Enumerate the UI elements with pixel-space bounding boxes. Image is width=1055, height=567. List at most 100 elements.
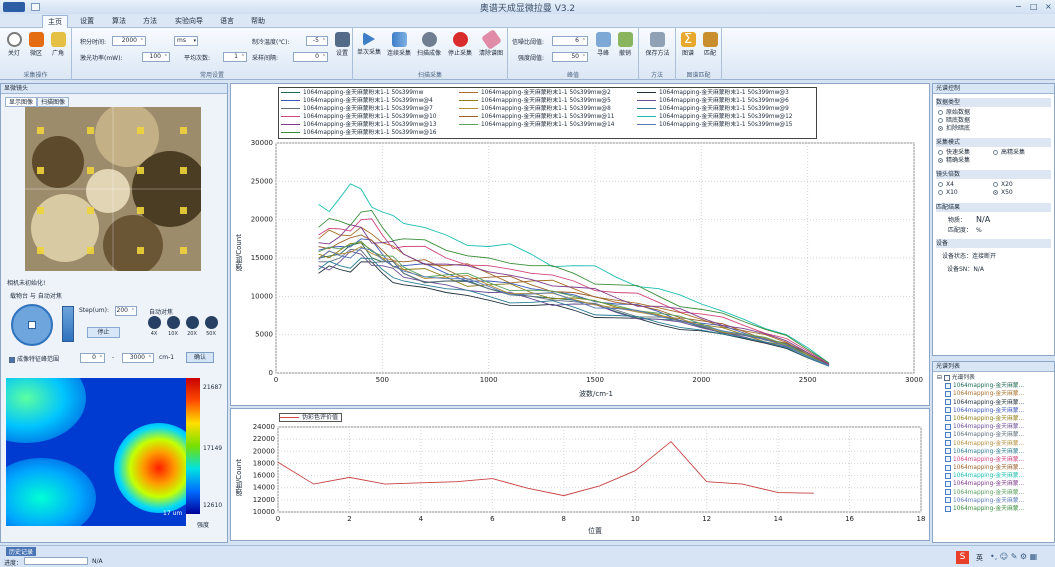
spectrum-list-item[interactable]: 1064mapping-金天麻蒙...: [937, 423, 1050, 431]
average-count-input[interactable]: 1 ⌃: [223, 52, 247, 62]
spectrum-list-item[interactable]: 1064mapping-金天麻蒙...: [937, 399, 1050, 407]
menu-language[interactable]: 语言: [215, 15, 239, 28]
menu-help[interactable]: 帮助: [246, 15, 270, 28]
light-button[interactable]: 关灯: [3, 32, 25, 60]
spectrum-list-item[interactable]: 1064mapping-金天麻蒙...: [937, 390, 1050, 398]
scan-imaging-button[interactable]: 扫描成像: [415, 32, 443, 60]
integration-time-input[interactable]: 2000 ⌃: [112, 36, 146, 46]
spectrum-list-item[interactable]: 1064mapping-金天麻蒙...: [937, 415, 1050, 423]
find-peak-button[interactable]: 寻峰: [592, 32, 614, 60]
spectrum-list-item[interactable]: 1064mapping-金天麻蒙...: [937, 456, 1050, 464]
objective-50x-button[interactable]: 50X: [203, 316, 219, 337]
wide-angle-button[interactable]: 广角: [47, 32, 69, 60]
menu-home[interactable]: 主页: [42, 15, 68, 28]
match-button[interactable]: 匹配: [699, 32, 721, 60]
single-collect-button[interactable]: 单次采集: [355, 32, 383, 60]
objective-4x-button[interactable]: 4X: [146, 316, 162, 337]
radio-precise-collect[interactable]: 精确采集: [938, 157, 993, 165]
spectrum-control-panel: 光谱控制 数据类型 原始数据 暗底数据 扣除暗底 采集模式 快速采集 高精采集 …: [932, 83, 1055, 356]
menu-algorithm[interactable]: 算法: [107, 15, 131, 28]
objective-20x-button[interactable]: 20X: [184, 316, 200, 337]
maximize-button[interactable]: □: [1030, 2, 1038, 11]
ime-logo-icon[interactable]: S: [956, 551, 969, 564]
radio-high-precision[interactable]: 高精采集: [993, 149, 1048, 157]
radio-x20[interactable]: X20: [993, 181, 1048, 189]
collect-group: 关灯 微区 广角 采集操作: [0, 28, 72, 80]
spectrum-list-item[interactable]: 1064mapping-金天麻蒙...: [937, 440, 1050, 448]
radio-subtract-dark[interactable]: 扣除暗底: [938, 125, 1049, 133]
radio-raw-data[interactable]: 原始数据: [938, 109, 1049, 117]
undo-button[interactable]: 撤销: [614, 32, 636, 60]
continuous-collect-button[interactable]: 连续采集: [385, 32, 413, 60]
y-tick-label: 15000: [251, 254, 273, 262]
radio-x4[interactable]: X4: [938, 181, 993, 189]
spectrum-list-item[interactable]: 1064mapping-金天麻蒙...: [937, 382, 1050, 390]
range-checkbox[interactable]: 成像特征峰范围: [9, 354, 59, 363]
intensity-threshold-input[interactable]: 50 ⌃: [552, 52, 588, 62]
evaluation-chart[interactable]: 伪彩色评价值 0 2 4 6 8 10 12 14 16 18 10000 12000 14000 160…: [230, 408, 930, 541]
radio-x10[interactable]: X10: [938, 189, 993, 197]
menu-bar: 主页 设置 算法 方法 实验向导 语言 帮助: [0, 14, 1055, 28]
x-tick-label: 3000: [905, 376, 923, 384]
spectrum-list-item[interactable]: 1064mapping-金天麻蒙...: [937, 431, 1050, 439]
radio-fast-collect[interactable]: 快速采集: [938, 149, 993, 157]
colorbar-mid: 17149: [203, 445, 223, 452]
tab-display-image[interactable]: 显示图像: [5, 97, 38, 107]
stop-button[interactable]: 停止: [87, 327, 120, 338]
spectrum-list-item[interactable]: 1064mapping-金天麻蒙...: [937, 464, 1050, 472]
sample-interval-input[interactable]: 0 ⌃: [293, 52, 328, 62]
ime-language[interactable]: 英: [976, 553, 983, 563]
heatmap[interactable]: 17 um: [6, 378, 186, 526]
disk-icon: [334, 32, 350, 47]
settings-button[interactable]: 设置: [331, 32, 353, 60]
range-to-input[interactable]: 3000 ⌃: [122, 353, 154, 363]
confirm-button[interactable]: 确认: [186, 352, 214, 363]
step-input[interactable]: 200 ⌃: [115, 306, 137, 316]
range-from-input[interactable]: 0 ⌃: [80, 353, 105, 363]
method-group: 保存方法 方法: [639, 28, 676, 80]
objective-buttons: 4X 10X 20X 50X: [146, 316, 219, 337]
magnifier-icon: [595, 32, 611, 47]
spectrum-list-item[interactable]: 1064mapping-金天麻蒙...: [937, 480, 1050, 488]
spectrum-chart[interactable]: 1064mapping-金天麻蒙粉末1-1 50s399mw 1064mappin…: [230, 83, 930, 406]
spectrum-list-item[interactable]: 1064mapping-金天麻蒙...: [937, 489, 1050, 497]
menu-method[interactable]: 方法: [138, 15, 162, 28]
integration-unit-select[interactable]: ms ▾: [174, 36, 198, 46]
spectrum-list-label: 1064mapping-金天麻蒙...: [953, 424, 1025, 431]
spectrum-list-item[interactable]: 1064mapping-金天麻蒙...: [937, 472, 1050, 480]
laser-power-input[interactable]: 100 ⌃: [142, 52, 170, 62]
spectrum-list-item[interactable]: 1064mapping-金天麻蒙...: [937, 505, 1050, 513]
y-tick-label: 24000: [253, 423, 275, 431]
lens-icon: [204, 316, 218, 329]
settings-group: 积分时间: 2000 ⌃ ms ▾ 激光功率(mW): 100 ⌃ 平均次数: 1 ⌃ …: [72, 28, 353, 80]
tray-icons[interactable]: •, ☺ ✎ ⚙ ▦: [990, 552, 1037, 561]
spectrum-list-item[interactable]: 1064mapping-金天麻蒙...: [937, 407, 1050, 415]
spectrum-list-item[interactable]: 1064mapping-金天麻蒙...: [937, 448, 1050, 456]
menu-settings[interactable]: 设置: [75, 15, 99, 28]
objective-10x-button[interactable]: 10X: [165, 316, 181, 337]
x-tick-label: 2000: [692, 376, 710, 384]
spectrum-library-button[interactable]: Σ 图谱: [677, 32, 699, 60]
z-axis-control[interactable]: [62, 306, 74, 342]
tab-scan-image[interactable]: 扫描图像: [37, 97, 70, 107]
snr-threshold-input[interactable]: 6 ⌃: [552, 36, 588, 46]
microscope-image[interactable]: [25, 107, 201, 271]
radio-x50[interactable]: X50: [993, 189, 1048, 197]
micro-area-button[interactable]: 微区: [25, 32, 47, 60]
save-method-button[interactable]: 保存方法: [642, 32, 673, 60]
cooling-temp-input[interactable]: -5 ⌃: [306, 36, 328, 46]
menu-wizard[interactable]: 实验向导: [170, 15, 208, 28]
window-title: 奥谱天成显微拉曼 V3.2: [479, 4, 576, 14]
spectrum-list-item[interactable]: 1064mapping-金天麻蒙...: [937, 497, 1050, 505]
history-tab[interactable]: 历史记录: [6, 547, 37, 556]
spectrum-list-label: 1064mapping-金天麻蒙...: [953, 506, 1025, 512]
minimize-button[interactable]: −: [1015, 2, 1022, 11]
stop-collect-button[interactable]: 停止采集: [446, 32, 474, 60]
wrench-icon: [650, 32, 665, 47]
tree-root[interactable]: ⊟ 光谱列表: [937, 374, 1050, 382]
radio-dark-data[interactable]: 暗底数据: [938, 117, 1049, 125]
clear-spectrum-button[interactable]: 清除谱图: [477, 29, 505, 60]
sample-interval-label: 采样间隔:: [252, 55, 279, 62]
stage-joystick[interactable]: [11, 304, 53, 346]
close-button[interactable]: ×: [1045, 2, 1052, 11]
